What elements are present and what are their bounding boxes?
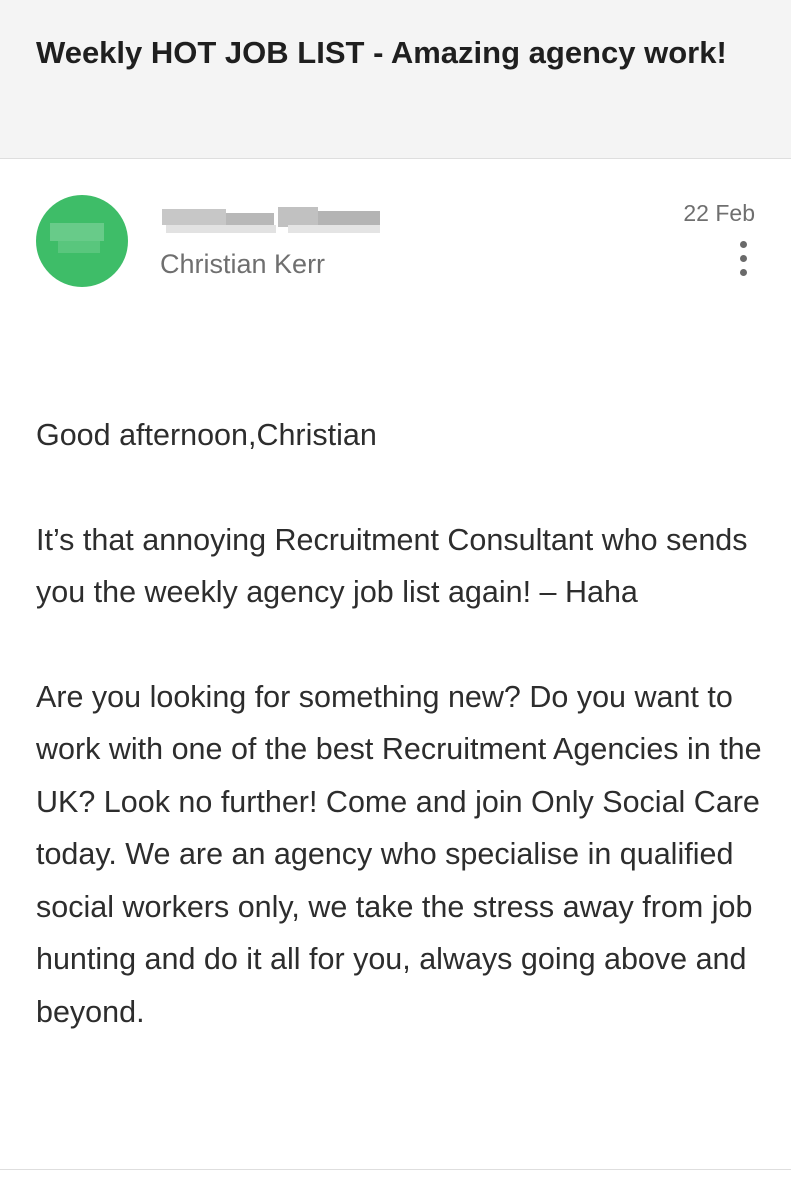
redaction-block bbox=[278, 207, 318, 227]
email-date: 22 Feb bbox=[683, 200, 755, 226]
email-paragraph: Are you looking for something new? Do yo… bbox=[36, 679, 762, 1029]
dot bbox=[740, 241, 747, 248]
avatar-pixel bbox=[50, 223, 84, 241]
email-paragraph: It’s that annoying Recruitment Consultan… bbox=[36, 522, 748, 610]
sender-avatar[interactable] bbox=[36, 195, 128, 287]
email-subject: Weekly HOT JOB LIST - Amazing agency wor… bbox=[36, 35, 727, 70]
divider bbox=[0, 1169, 791, 1170]
redaction-block bbox=[288, 225, 380, 233]
email-view: Weekly HOT JOB LIST - Amazing agency wor… bbox=[0, 0, 791, 1200]
sender-name-redacted bbox=[160, 199, 390, 237]
avatar-pixel bbox=[84, 223, 104, 241]
email-greeting: Good afternoon,Christian bbox=[36, 418, 377, 452]
redaction-block bbox=[162, 209, 226, 225]
avatar-pixel bbox=[58, 241, 100, 253]
more-vert-icon[interactable] bbox=[730, 238, 758, 280]
recipient-name: Christian Kerr bbox=[160, 249, 326, 279]
email-body: Good afternoon,Christian It’s that annoy… bbox=[36, 409, 766, 1090]
subject-header: Weekly HOT JOB LIST - Amazing agency wor… bbox=[0, 0, 791, 159]
redaction-block bbox=[166, 225, 276, 233]
dot bbox=[740, 255, 747, 262]
dot bbox=[740, 269, 747, 276]
